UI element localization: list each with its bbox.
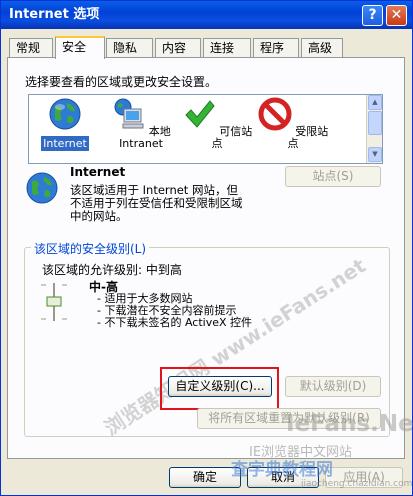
zone-description: 该区域适用于 Internet 网站，但 不适用于列在受信任和受限制区域 中的网… [70,183,243,223]
zone-trusted-sites[interactable]: 可信站点 [181,97,253,150]
sites-button[interactable]: 站点(S) [285,166,381,187]
allowed-level-text: 该区域的允许级别: 中到高 [42,263,182,277]
zone-label-restricted: 受限站点 [287,125,329,150]
security-level-title: 该区域的安全级别(L) [31,240,150,257]
zone-globe-icon [26,172,58,204]
highlight-box [160,367,279,410]
default-level-button[interactable]: 默认级别(D) [285,376,381,397]
help-button[interactable]: ? [362,5,383,26]
zone-list[interactable]: Internet 本地 Intranet 可信站点 受限站点 ▲ ▼ [28,94,383,164]
level-bullets: - 适用于大多数网站 - 下载潜在不安全内容前提示 - 不下载未签名的 Acti… [97,293,252,329]
zone-label-internet: Internet [41,136,89,151]
close-button[interactable]: ✕ [386,5,407,26]
zone-internet[interactable]: Internet [29,97,101,151]
tab-security[interactable]: 安全 [55,36,105,59]
zone-restricted-sites[interactable]: 受限站点 [257,97,329,150]
tab-privacy[interactable]: 隐私 [106,38,153,58]
tab-content[interactable]: 内容 [155,38,201,58]
zone-label-trusted: 可信站点 [211,125,253,150]
bullet-item: - 不下载未签名的 ActiveX 控件 [97,316,253,329]
tab-general[interactable]: 常规 [9,38,53,58]
watermark-url: jiaocheng.chazidian.com [301,479,413,489]
scroll-up-button[interactable]: ▲ [368,95,382,110]
internet-options-window: Internet 选项 ? ✕ 常规 安全 隐私 内容 连接 程序 高级 选择要… [0,0,413,496]
tab-programs[interactable]: 程序 [253,38,299,58]
window-title: Internet 选项 [9,7,100,22]
no-entry-icon [258,97,292,131]
tab-advanced[interactable]: 高级 [301,38,343,58]
intranet-computer-icon [114,98,144,129]
zone-scrollbar[interactable]: ▲ ▼ [366,95,382,163]
title-bar: Internet 选项 [1,1,412,29]
tab-connections[interactable]: 连接 [203,38,251,58]
globe-icon [49,98,81,130]
checkmark-icon [185,100,215,128]
scroll-down-button[interactable]: ▼ [368,147,382,162]
watermark-brand: IeFans.Net [286,411,413,437]
zone-name: Internet [70,165,126,179]
scroll-thumb[interactable] [368,111,382,135]
zone-local-intranet[interactable]: 本地 Intranet [105,97,177,150]
instruction-text: 选择要查看的区域或更改安全设置。 [25,75,218,89]
watermark-tech: 查字典教程网 [231,460,333,480]
security-level-slider[interactable] [39,281,69,323]
